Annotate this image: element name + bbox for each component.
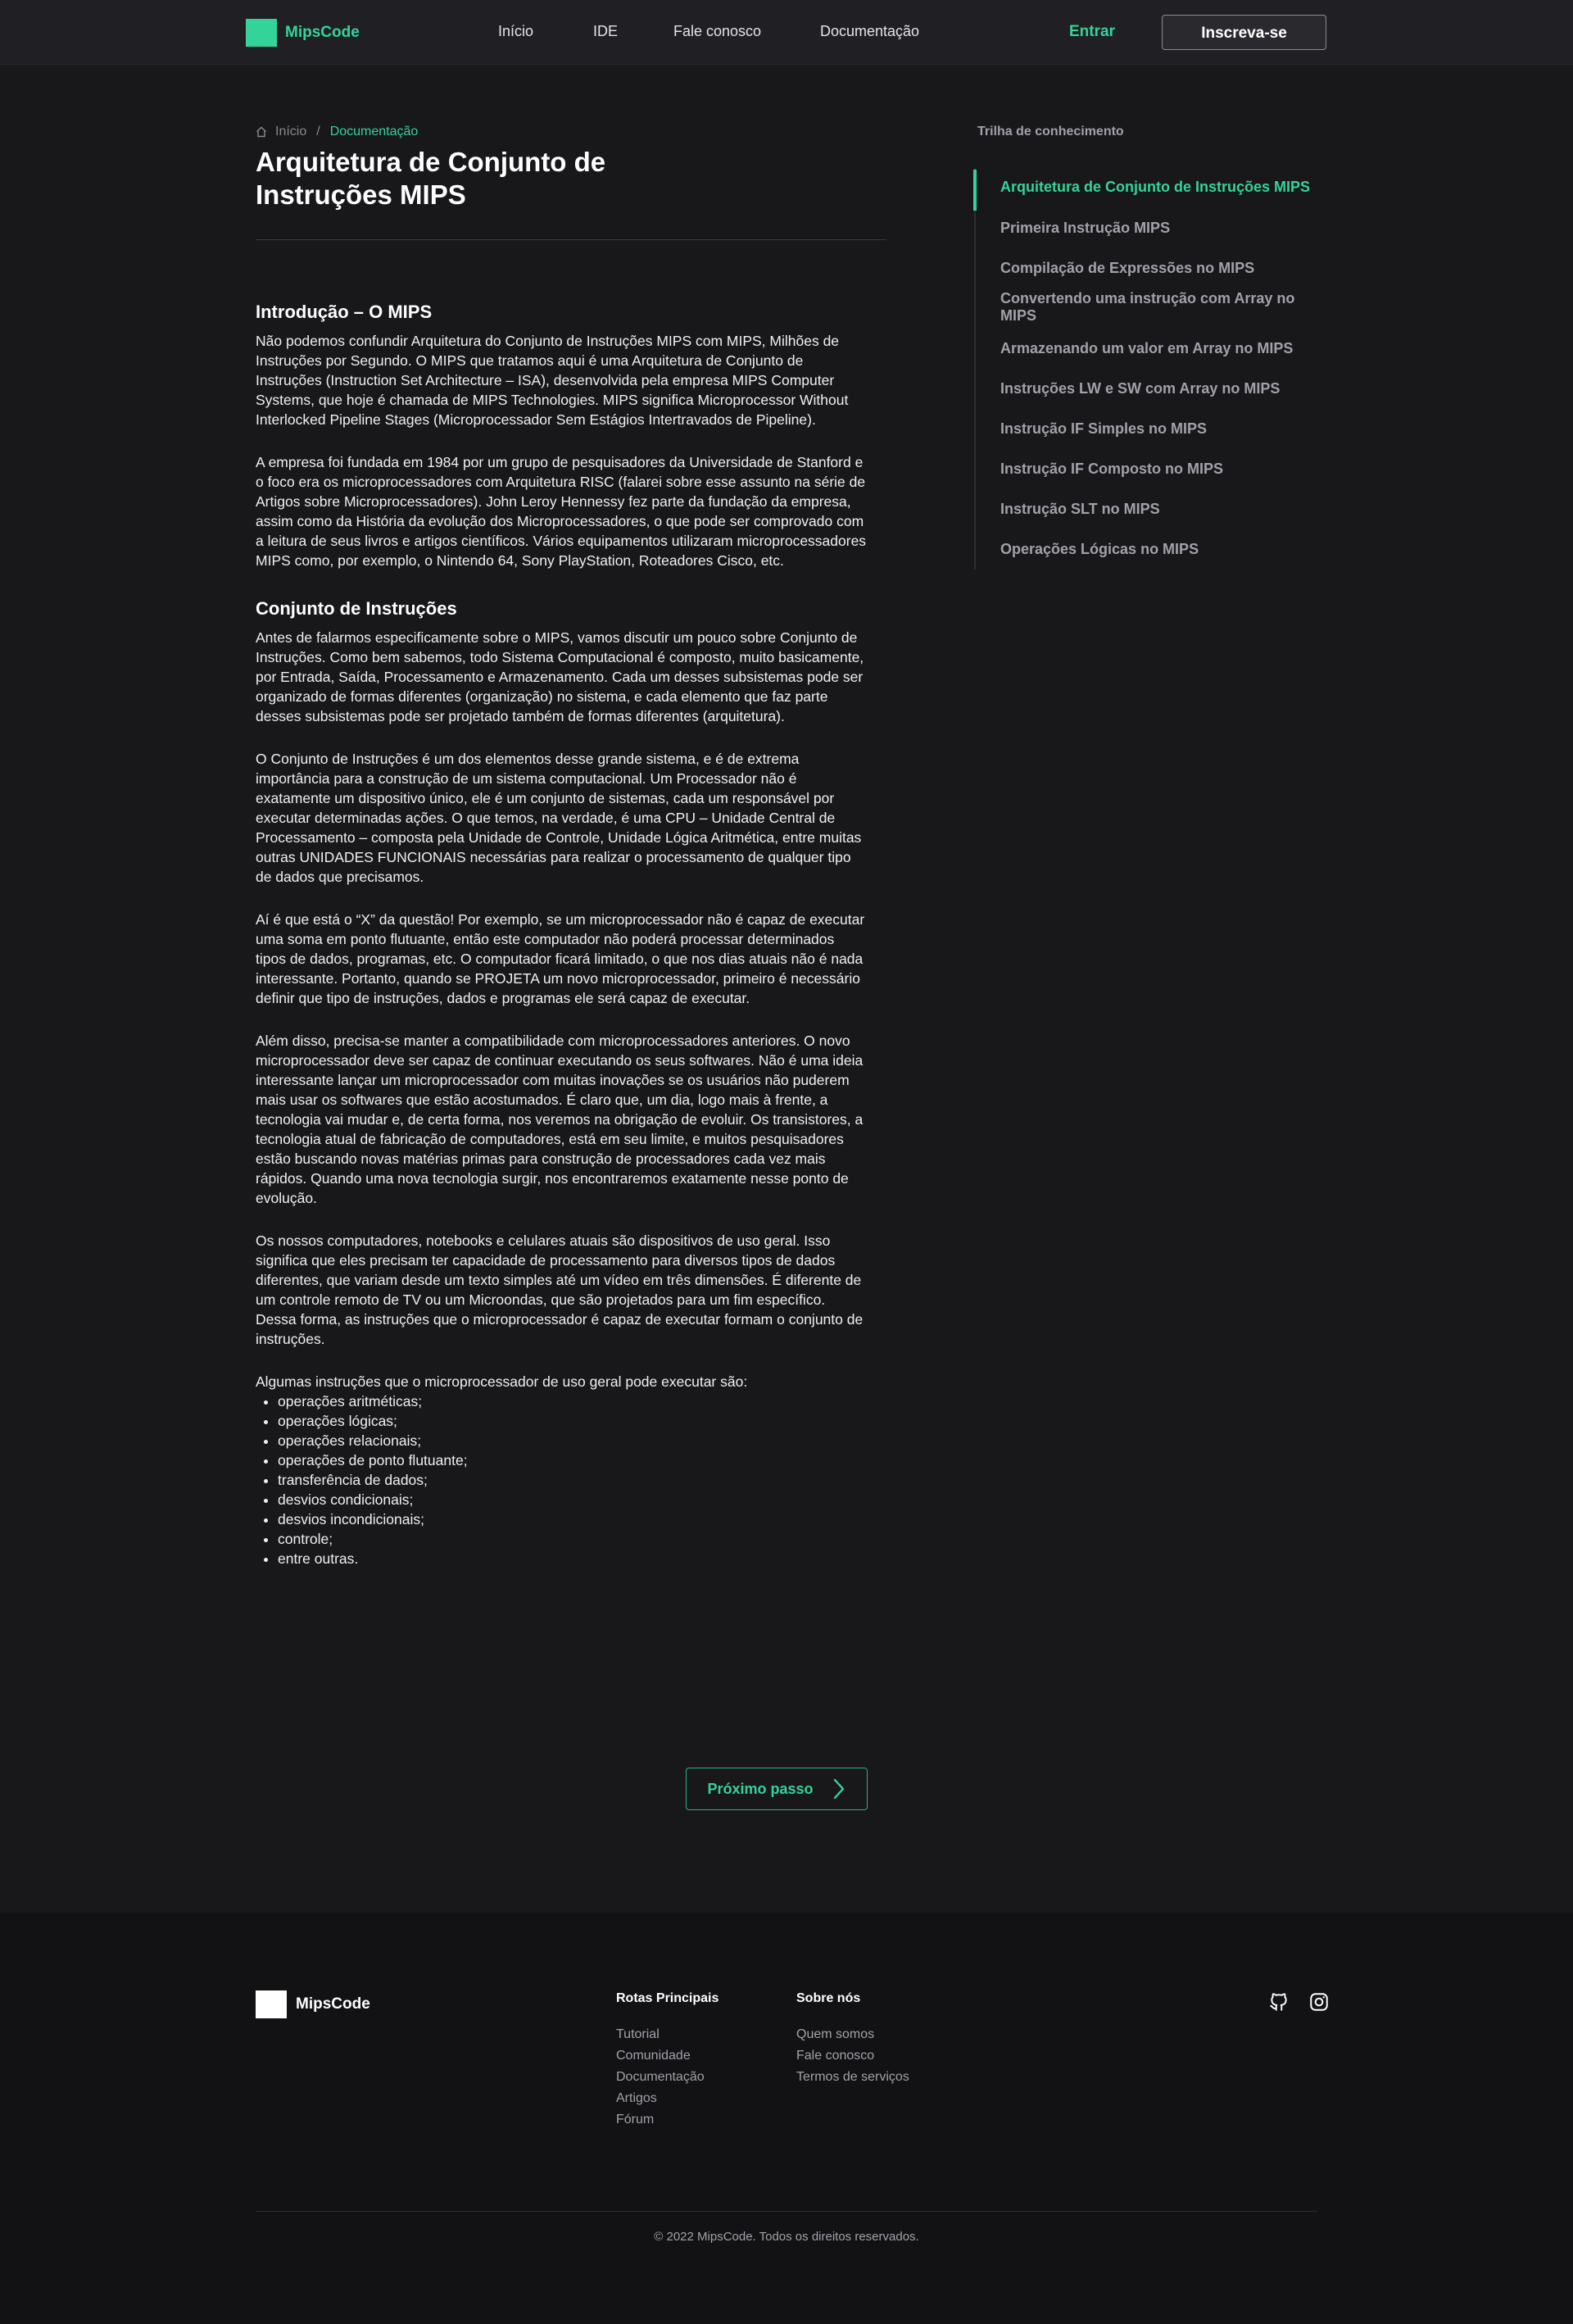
trail-item-primeira-instrucao[interactable]: Primeira Instrução MIPS [1000,220,1328,237]
footer: MipsCode Rotas Principais Tutorial Comun… [0,1913,1573,2324]
nav-link-documentacao[interactable]: Documentação [820,23,919,40]
page-title: Arquitetura de Conjunto de Instruções MI… [256,147,606,210]
brand-name: MipsCode [285,24,360,41]
next-step-label: Próximo passo [707,1780,814,1797]
footer-link-documentacao[interactable]: Documentação [616,2067,719,2088]
instruction-list: operações aritméticas; operações lógicas… [256,1391,867,1568]
paragraph: Antes de falarmos especificamente sobre … [256,629,864,724]
footer-column-main-routes: Rotas Principais Tutorial Comunidade Doc… [616,1991,719,2131]
home-icon [256,126,266,138]
trail-item-if-simples[interactable]: Instrução IF Simples no MIPS [1000,420,1328,438]
list-item: operações aritméticas; [278,1391,867,1411]
footer-link-tutorial[interactable]: Tutorial [616,2024,719,2045]
nav-link-ide[interactable]: IDE [593,23,618,40]
trail-item-slt[interactable]: Instrução SLT no MIPS [1000,501,1328,518]
paragraph: Além disso, precisa-se manter a compatib… [256,1033,864,1206]
paragraph: O Conjunto de Instruções é um dos elemen… [256,751,862,885]
footer-brand: MipsCode [256,1990,370,2018]
list-item: controle; [278,1529,867,1549]
footer-link-termos[interactable]: Termos de serviços [796,2067,909,2088]
footer-column-title: Rotas Principais [616,1991,719,2005]
list-item: desvios condicionais; [278,1490,867,1509]
paragraph: Algumas instruções que o microprocessado… [256,1373,748,1390]
list-item: operações relacionais; [278,1431,867,1450]
logo-icon [256,1990,287,2018]
instagram-icon[interactable] [1308,1991,1330,2013]
chevron-right-icon [833,1778,844,1800]
active-indicator [973,170,977,211]
footer-link-quem-somos[interactable]: Quem somos [796,2024,909,2045]
breadcrumb-home-link[interactable]: Início [275,125,306,139]
paragraph: Os nossos computadores, notebooks e celu… [256,1232,864,1347]
section-heading-instruction-set: Conjunto de Instruções [256,598,457,619]
copyright-text: © 2022 MipsCode. Todos os direitos reser… [654,2230,919,2244]
trail-item-lw-sw[interactable]: Instruções LW e SW com Array no MIPS [1000,380,1328,397]
login-link[interactable]: Entrar [1069,23,1115,41]
trail-item-operacoes-logicas[interactable]: Operações Lógicas no MIPS [1000,541,1328,558]
next-step-button[interactable]: Próximo passo [686,1768,868,1810]
list-item: entre outras. [278,1549,867,1568]
footer-link-artigos[interactable]: Artigos [616,2088,719,2109]
trail-item-armazenando-array[interactable]: Armazenando um valor em Array no MIPS [1000,340,1328,357]
trail-item-if-composto[interactable]: Instrução IF Composto no MIPS [1000,461,1328,478]
section-heading-intro: Introdução – O MIPS [256,302,433,322]
article-content: Introdução – O MIPS Não podemos confundi… [256,297,867,1568]
footer-column-about: Sobre nós Quem somos Fale conosco Termos… [796,1991,909,2088]
brand-logo-link[interactable]: MipsCode [246,19,360,47]
nav-link-inicio[interactable]: Início [498,23,533,40]
trail-heading: Trilha de conhecimento [977,125,1124,138]
list-item: operações de ponto flutuante; [278,1450,867,1470]
breadcrumb-separator: / [316,125,320,138]
footer-link-comunidade[interactable]: Comunidade [616,2045,719,2067]
footer-link-fale-conosco[interactable]: Fale conosco [796,2045,909,2067]
github-icon[interactable] [1268,1991,1290,2013]
paragraph: Não podemos confundir Arquitetura do Con… [256,333,849,428]
top-navbar: MipsCode Início IDE Fale conosco Documen… [0,0,1573,65]
breadcrumb: Início / Documentação [256,125,418,139]
list-item: operações lógicas; [278,1411,867,1431]
footer-link-forum[interactable]: Fórum [616,2109,719,2131]
logo-icon [246,19,277,47]
nav-link-fale-conosco[interactable]: Fale conosco [673,23,761,40]
trail-item-convertendo-array[interactable]: Convertendo uma instrução com Array no M… [1000,290,1328,325]
list-item: transferência de dados; [278,1470,867,1490]
paragraph: A empresa foi fundada em 1984 por um gru… [256,454,867,569]
signup-button[interactable]: Inscreva-se [1162,15,1326,50]
footer-column-title: Sobre nós [796,1991,861,2005]
trail-item-compilacao-expressoes[interactable]: Compilação de Expressões no MIPS [1000,260,1328,277]
paragraph: Aí é que está o “X” da questão! Por exem… [256,911,865,1006]
trail-item-arquitetura[interactable]: Arquitetura de Conjunto de Instruções MI… [1000,179,1328,196]
footer-divider [256,2211,1317,2212]
title-divider [256,239,886,240]
list-item: desvios incondicionais; [278,1509,867,1529]
breadcrumb-current: Documentação [329,125,419,138]
footer-brand-name: MipsCode [296,1995,370,2013]
knowledge-trail: Arquitetura de Conjunto de Instruções MI… [973,168,1328,570]
